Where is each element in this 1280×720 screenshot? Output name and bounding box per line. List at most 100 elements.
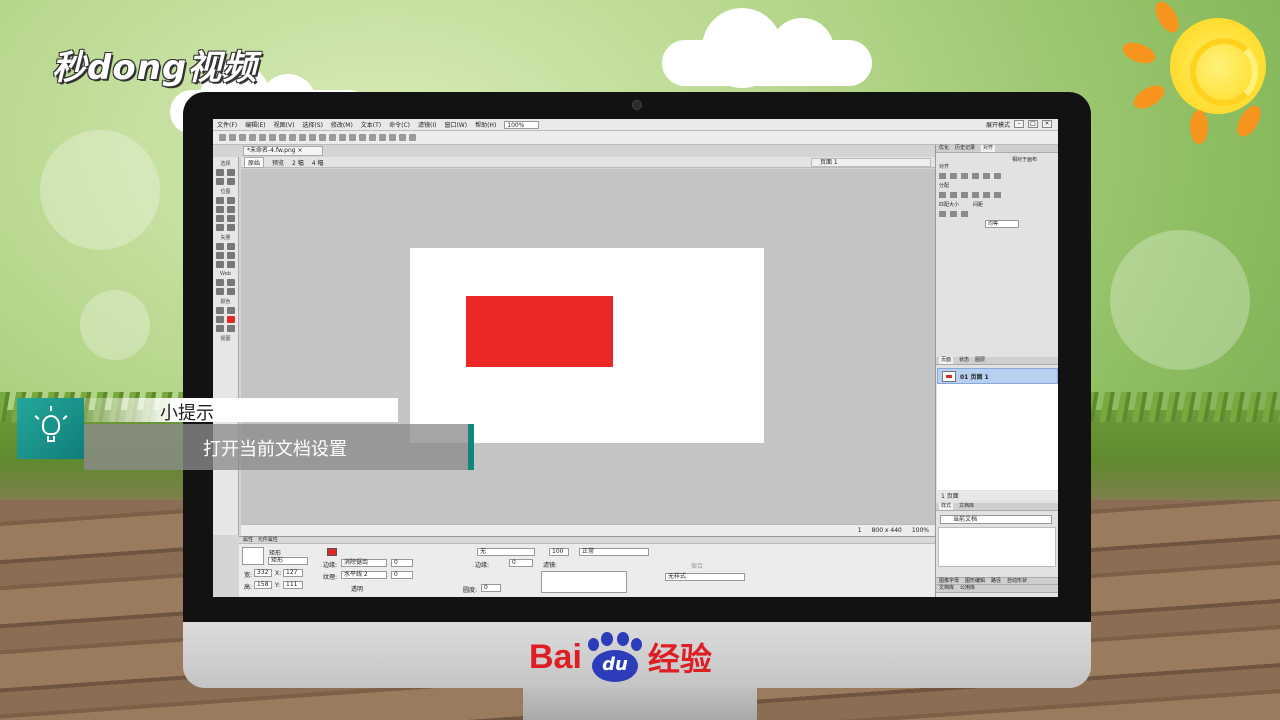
align-center-h-icon[interactable]	[950, 173, 957, 179]
tab-image-editing-1[interactable]: 图像字母	[939, 578, 959, 584]
canvas-zoom[interactable]: 100%	[912, 527, 929, 534]
red-rectangle[interactable]	[466, 296, 613, 367]
show-slices-icon[interactable]	[226, 288, 235, 295]
page-item[interactable]: 01 页面 1	[937, 368, 1058, 384]
artboard[interactable]	[410, 248, 764, 443]
stroke-edge-field[interactable]: 0	[509, 559, 533, 567]
opacity-field[interactable]: 100	[549, 548, 569, 556]
default-colors-icon[interactable]	[215, 325, 224, 332]
menu-view[interactable]: 视图(V)	[274, 120, 295, 129]
open-icon[interactable]	[229, 134, 236, 141]
close-button[interactable]: ×	[1042, 120, 1052, 128]
redo-icon[interactable]	[289, 134, 296, 141]
match-both-icon[interactable]	[961, 211, 968, 217]
menu-file[interactable]: 文件(F)	[217, 120, 237, 129]
tab-history[interactable]: 历史记录	[955, 145, 975, 152]
eraser-tool-icon[interactable]	[226, 215, 235, 222]
canvas-area[interactable]	[241, 169, 935, 524]
texture-select[interactable]: 水平线 2	[341, 571, 387, 579]
tab-properties[interactable]: 属性	[243, 537, 253, 543]
workspace-mode[interactable]: 展开模式	[986, 120, 1010, 129]
filters-list[interactable]	[541, 571, 627, 593]
match-width-icon[interactable]	[939, 211, 946, 217]
stroke-color-icon[interactable]	[215, 316, 224, 323]
width-field[interactable]: 332	[254, 569, 272, 577]
bring-front-icon[interactable]	[369, 134, 376, 141]
pencil-tool-icon[interactable]	[215, 215, 224, 222]
tab-4up[interactable]: 4 幅	[312, 158, 324, 167]
align-to-canvas[interactable]: 相对于画布	[939, 156, 1055, 163]
tab-common-library[interactable]: 公用库	[960, 585, 975, 592]
tab-optimize[interactable]: 优化	[939, 145, 949, 152]
tab-2up[interactable]: 2 幅	[292, 158, 304, 167]
tab-symbol-properties[interactable]: 元件属性	[258, 537, 278, 543]
tab-original[interactable]: 原始	[244, 156, 265, 168]
tab-document-library[interactable]: 文档库	[939, 585, 954, 592]
blend-mode-select[interactable]: 正常	[579, 548, 649, 556]
styles-list[interactable]	[938, 527, 1056, 567]
y-field[interactable]: 111	[283, 581, 303, 589]
tab-layers[interactable]: 图层	[975, 357, 985, 364]
align-icon[interactable]	[389, 134, 396, 141]
lasso-tool-icon[interactable]	[226, 197, 235, 204]
stroke-type-select[interactable]: 无	[477, 548, 535, 556]
maximize-button[interactable]: □	[1028, 120, 1038, 128]
texture-amount-field[interactable]: 0	[391, 571, 413, 579]
rectangle-tool-icon[interactable]	[215, 252, 224, 259]
pointer-tool-icon[interactable]	[215, 169, 224, 176]
page-selector[interactable]: 页面 1	[811, 158, 931, 167]
ungroup-icon[interactable]	[339, 134, 346, 141]
menu-help[interactable]: 帮助(H)	[475, 120, 496, 129]
rotate-icon[interactable]	[399, 134, 406, 141]
space-select[interactable]: 均等	[985, 220, 1019, 228]
fill-color-button[interactable]	[327, 548, 337, 556]
snap-button[interactable]: 宿合	[691, 561, 703, 570]
export-icon[interactable]	[259, 134, 266, 141]
align-left-icon[interactable]	[939, 173, 946, 179]
split-icon[interactable]	[359, 134, 366, 141]
tab-pages[interactable]: 页面	[939, 357, 954, 364]
hotspot-tool-icon[interactable]	[215, 279, 224, 286]
line-tool-icon[interactable]	[215, 243, 224, 250]
object-name-field[interactable]: 矩形	[268, 557, 308, 565]
marquee-tool-icon[interactable]	[215, 197, 224, 204]
scale-tool-icon[interactable]	[215, 178, 224, 185]
transparent-checkbox[interactable]: 透明	[351, 584, 363, 593]
align-right-icon[interactable]	[961, 173, 968, 179]
align-center-v-icon[interactable]	[983, 173, 990, 179]
import-icon[interactable]	[249, 134, 256, 141]
menu-window[interactable]: 窗口(W)	[444, 120, 467, 129]
distribute-center-icon[interactable]	[950, 192, 957, 198]
tab-doc-library[interactable]: 文档库	[959, 503, 974, 510]
edge-select[interactable]: 消除锯齿	[341, 559, 387, 567]
tab-align[interactable]: 对齐	[981, 145, 996, 152]
edge-px-field[interactable]: 0	[391, 559, 413, 567]
menu-text[interactable]: 文本(T)	[361, 120, 381, 129]
menu-filters[interactable]: 滤镜(I)	[418, 120, 436, 129]
distribute-hcenter-icon[interactable]	[983, 192, 990, 198]
paste-icon[interactable]	[319, 134, 326, 141]
canvas-size[interactable]: 800 x 440	[872, 527, 902, 534]
minimize-button[interactable]: –	[1014, 120, 1024, 128]
pen-tool-icon[interactable]	[226, 243, 235, 250]
group-icon[interactable]	[329, 134, 336, 141]
roundness-field[interactable]: 0	[481, 584, 501, 592]
eyedropper-tool-icon[interactable]	[215, 307, 224, 314]
brush-tool-icon[interactable]	[226, 206, 235, 213]
text-tool-icon[interactable]	[226, 252, 235, 259]
tab-auto-shapes[interactable]: 自动形状	[1007, 578, 1027, 584]
copy-icon[interactable]	[309, 134, 316, 141]
styles-select[interactable]: 当前文档	[940, 515, 1052, 524]
new-icon[interactable]	[219, 134, 226, 141]
blur-tool-icon[interactable]	[215, 224, 224, 231]
menu-commands[interactable]: 命令(C)	[389, 120, 410, 129]
menu-edit[interactable]: 编辑(E)	[245, 120, 265, 129]
menu-modify[interactable]: 修改(M)	[331, 120, 353, 129]
x-field[interactable]: 127	[283, 569, 303, 577]
distribute-bottom-icon[interactable]	[961, 192, 968, 198]
distribute-top-icon[interactable]	[939, 192, 946, 198]
crop-tool-icon[interactable]	[226, 178, 235, 185]
flip-icon[interactable]	[409, 134, 416, 141]
match-height-icon[interactable]	[950, 211, 957, 217]
swap-colors-icon[interactable]	[226, 325, 235, 332]
